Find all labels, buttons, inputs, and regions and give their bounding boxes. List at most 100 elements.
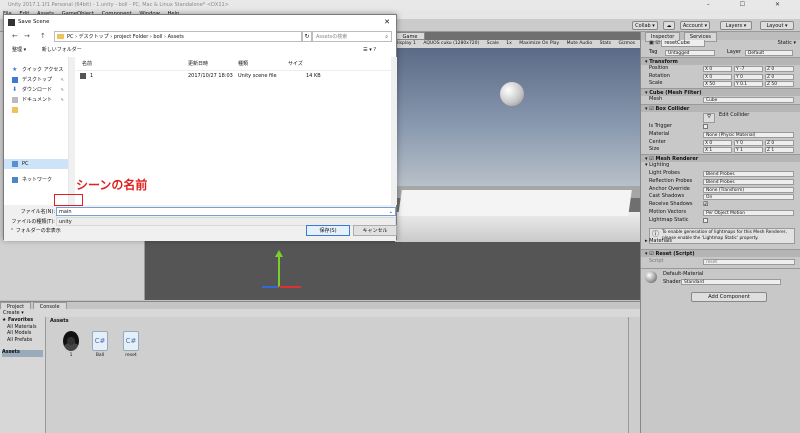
column-size[interactable]: サイズ: [288, 57, 303, 71]
asset-item[interactable]: 1: [60, 331, 82, 358]
column-name[interactable]: 名前: [82, 57, 92, 71]
tab-game[interactable]: Game: [395, 32, 425, 40]
tag-select[interactable]: Untagged: [665, 50, 715, 56]
column-type[interactable]: 種類: [238, 57, 248, 71]
nav-pc[interactable]: PC: [4, 159, 68, 169]
stats-toggle[interactable]: Stats: [600, 41, 612, 46]
lighting-foldout[interactable]: ▾ Lighting: [641, 162, 800, 170]
gizmo-x-axis[interactable]: [279, 286, 301, 288]
document-icon: [12, 97, 18, 103]
cast-shadows-select[interactable]: On: [703, 194, 794, 201]
account-button[interactable]: Account ▾: [680, 21, 710, 30]
display-select[interactable]: Display 1: [395, 41, 416, 46]
new-folder-button[interactable]: 新しいフォルダー: [42, 47, 82, 53]
dialog-title: Save Scene: [18, 19, 50, 25]
assets-root-folder[interactable]: Assets: [2, 350, 43, 357]
object-name-field[interactable]: resetCube: [661, 40, 705, 47]
box-collider-header[interactable]: ▾ ☑ Box Collider: [641, 103, 800, 112]
collab-button[interactable]: Collab ▾: [632, 21, 658, 30]
center-fields[interactable]: X 0Y 0Z 0: [703, 139, 794, 146]
mute-audio-toggle[interactable]: Mute Audio: [567, 41, 593, 46]
transform-header[interactable]: ▾ Transform: [641, 56, 800, 65]
edit-collider-button[interactable]: ⛛: [703, 112, 716, 123]
filename-input[interactable]: main ⌄: [56, 207, 396, 216]
filename-area: ファイル名(N): main ⌄ ファイルの種類(T): unity ⌃ フォルダ…: [4, 205, 397, 241]
up-arrow-icon[interactable]: ↑: [40, 32, 46, 40]
nav-quick-access[interactable]: ★ クイック アクセス: [4, 65, 68, 75]
asset-label: reset: [125, 353, 137, 358]
gizmos-toggle[interactable]: Gizmos: [619, 41, 636, 46]
mesh-field[interactable]: Cube: [703, 97, 794, 104]
rotation-fields[interactable]: X 0Y 0Z 0: [703, 73, 794, 80]
organize-button[interactable]: 整理 ▾: [12, 47, 26, 53]
gizmo-y-axis[interactable]: [278, 255, 280, 287]
pin-icon: ✎: [60, 87, 64, 92]
material-row[interactable]: Default-Material Shader Standard: [641, 268, 800, 286]
gizmo-z-axis[interactable]: [262, 286, 278, 288]
address-bar[interactable]: PC › デスクトップ › project Folder › boll › As…: [54, 31, 302, 42]
physic-material-field[interactable]: None (Physic Material): [703, 131, 794, 138]
forward-arrow-icon[interactable]: →: [24, 32, 30, 40]
back-arrow-icon[interactable]: ←: [12, 32, 18, 40]
save-scene-dialog: Save Scene ✕ ← → ↑ PC › デスクトップ › project…: [3, 14, 397, 241]
search-input[interactable]: Assetsの検索 ⌕: [312, 31, 392, 42]
window-controls[interactable]: – ☐ ✕: [707, 0, 794, 10]
asset-label: Ball: [95, 353, 105, 358]
asset-label: 1: [69, 353, 73, 358]
filename-label: ファイル名(N):: [20, 209, 55, 215]
nav-pane-scrollbar[interactable]: [69, 57, 75, 205]
static-toggle[interactable]: Static ▾: [778, 40, 796, 48]
position-fields[interactable]: X 0Y -7 Z 0: [703, 65, 794, 72]
lightmap-static-checkbox[interactable]: [703, 217, 708, 223]
nav-documents[interactable]: ドキュメント ✎: [4, 95, 68, 105]
resolution-select[interactable]: AQUOS cuku (1280x720): [423, 41, 479, 46]
is-trigger-checkbox[interactable]: [703, 123, 708, 129]
add-component-button[interactable]: Add Component: [691, 292, 767, 302]
reset-script-header[interactable]: ▾ ☑ Reset (Script): [641, 249, 800, 257]
object-name-row: ▣ ☑ resetCube Static ▾: [641, 40, 800, 49]
game-ball: [500, 82, 524, 106]
scale-value[interactable]: 1x: [506, 41, 512, 46]
maximize-on-play-toggle[interactable]: Maximize On Play: [519, 41, 559, 46]
nav-desktop[interactable]: デスクトップ ✎: [4, 75, 68, 85]
light-probes-select[interactable]: Blend Probes: [703, 170, 794, 177]
shader-select[interactable]: Standard: [681, 279, 781, 285]
file-row[interactable]: 1 2017/10/27 18:03 Unity scene file 14 K…: [76, 71, 391, 81]
close-icon[interactable]: ✕: [384, 15, 390, 30]
anchor-override-field[interactable]: None (Transform): [703, 186, 794, 193]
favorite-all-prefabs[interactable]: All Prefabs: [2, 338, 43, 345]
gizmo-y-arrow-icon[interactable]: [275, 250, 283, 257]
save-button[interactable]: 保存(S): [306, 225, 350, 236]
chevron-down-icon[interactable]: ⌄: [389, 208, 393, 216]
layers-button[interactable]: Layers ▾: [720, 21, 752, 30]
project-scrollbar[interactable]: [628, 317, 640, 433]
layout-button[interactable]: Layout ▾: [760, 21, 794, 30]
materials-foldout[interactable]: ▸ Materials: [641, 238, 672, 246]
cancel-button[interactable]: キャンセル: [353, 225, 397, 236]
refresh-icon[interactable]: ↻: [302, 31, 312, 42]
project-create-button[interactable]: Create ▾: [0, 309, 640, 317]
project-folder-tree: ★ Favorites All Materials All Models All…: [0, 317, 46, 433]
reflection-probes-select[interactable]: Blend Probes: [703, 178, 794, 185]
mesh-renderer-header[interactable]: ▾ ☑ Mesh Renderer: [641, 154, 800, 163]
assets-breadcrumb[interactable]: Assets: [46, 317, 628, 325]
material-sphere-icon: [645, 271, 657, 283]
layer-select[interactable]: Default: [745, 50, 793, 56]
motion-vectors-select[interactable]: Per Object Motion: [703, 209, 794, 216]
asset-item[interactable]: C# Ball: [89, 331, 111, 358]
info-icon: ⓘ: [652, 230, 659, 238]
nav-folder[interactable]: [4, 105, 68, 115]
mesh-filter-header[interactable]: ▾ Cube (Mesh Filter): [641, 88, 800, 97]
asset-item[interactable]: C# reset: [120, 331, 142, 358]
size-fields[interactable]: X 1Y 1Z 1: [703, 147, 794, 154]
column-date[interactable]: 更新日時: [188, 57, 208, 71]
hide-folders-toggle[interactable]: ⌃ フォルダーの非表示: [10, 227, 61, 234]
view-options-button[interactable]: ☰ ▾ ?: [363, 44, 376, 57]
cloud-icon[interactable]: ☁: [663, 21, 675, 30]
file-list-scrollbar[interactable]: [391, 57, 397, 205]
nav-network[interactable]: ネットワーク: [4, 175, 68, 185]
nav-downloads[interactable]: ⬇ ダウンロード ✎: [4, 85, 68, 95]
scale-fields[interactable]: X 50 Y 0.1 Z 50: [703, 81, 794, 88]
receive-shadows-checkbox[interactable]: ☑: [703, 201, 708, 209]
folder-icon: [57, 34, 64, 39]
